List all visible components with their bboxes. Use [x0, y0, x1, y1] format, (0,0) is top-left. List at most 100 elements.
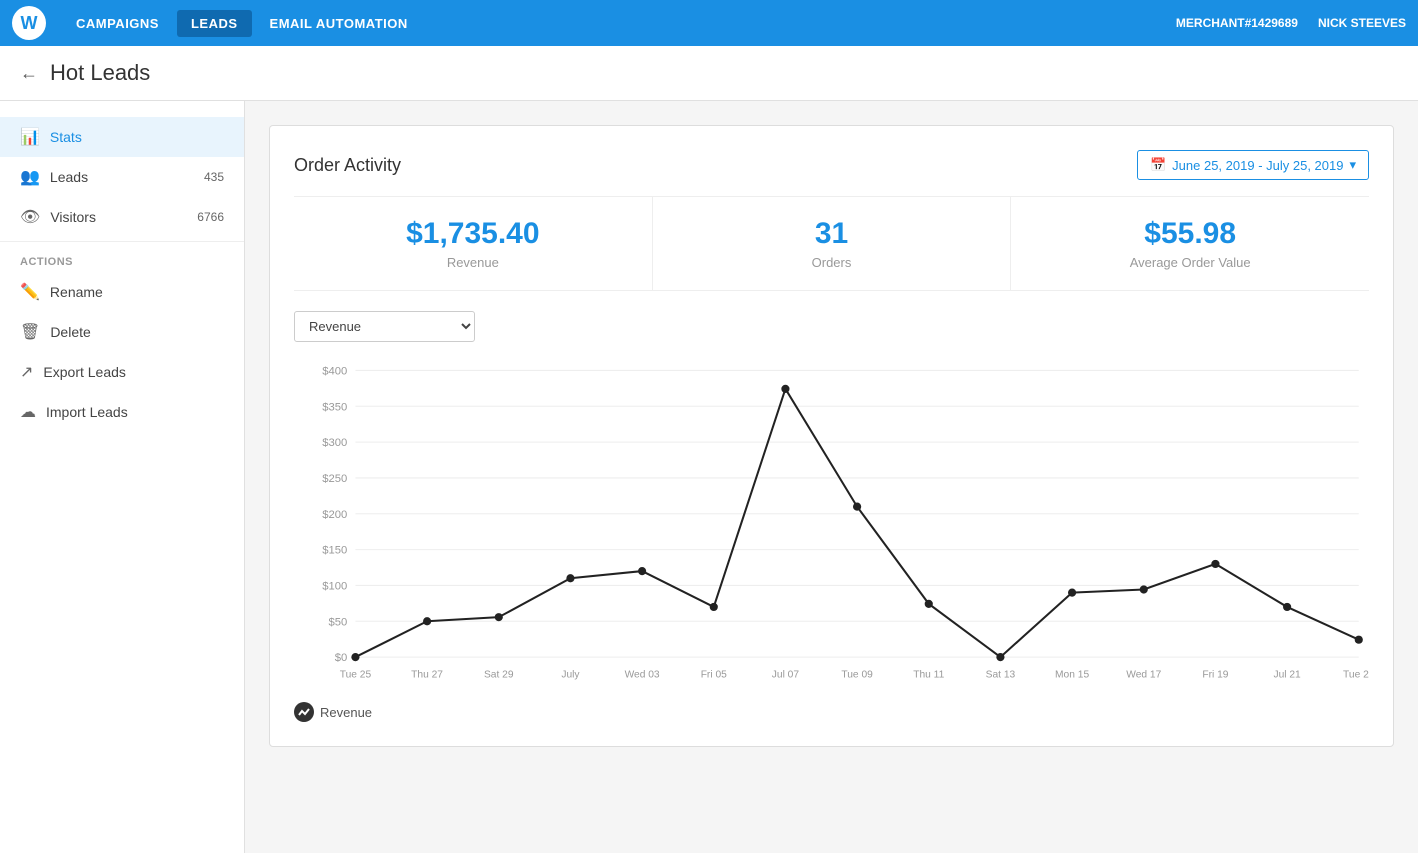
stats-icon: 📊	[20, 127, 40, 147]
date-range-button[interactable]: 📅 June 25, 2019 - July 25, 2019 ▾	[1137, 150, 1369, 180]
point-10	[1068, 589, 1076, 597]
page-title: Hot Leads	[50, 60, 150, 86]
back-button[interactable]: ←	[20, 63, 38, 84]
orders-value: 31	[677, 217, 987, 251]
svg-text:Mon 15: Mon 15	[1055, 670, 1089, 681]
import-icon: ☁	[20, 402, 36, 422]
nav-leads[interactable]: LEADS	[177, 10, 252, 37]
card-header: Order Activity 📅 June 25, 2019 - July 25…	[294, 150, 1369, 180]
actions-label: Actions	[0, 246, 244, 272]
svg-text:Jul 21: Jul 21	[1273, 670, 1301, 681]
sidebar-visitors-label: Visitors	[50, 209, 96, 225]
svg-text:Jul 07: Jul 07	[772, 670, 800, 681]
svg-text:Thu 11: Thu 11	[913, 670, 944, 681]
svg-text:$100: $100	[322, 581, 347, 593]
svg-text:Sat 13: Sat 13	[986, 670, 1016, 681]
point-12	[1211, 560, 1219, 568]
svg-text:Tue 25: Tue 25	[340, 670, 372, 681]
point-13	[1283, 603, 1291, 611]
content-area: Order Activity 📅 June 25, 2019 - July 25…	[245, 101, 1418, 853]
sidebar-item-export[interactable]: ↗ Export Leads	[0, 352, 244, 392]
svg-text:$150: $150	[322, 545, 347, 557]
point-14	[1355, 636, 1363, 644]
point-1	[423, 617, 431, 625]
sidebar-item-leads[interactable]: 👥 Leads 435	[0, 157, 244, 197]
rename-label: Rename	[50, 284, 103, 300]
point-0	[351, 653, 359, 661]
legend-label: Revenue	[320, 705, 372, 720]
import-label: Import Leads	[46, 404, 128, 420]
user-name: NICK STEEVES	[1318, 16, 1406, 30]
orders-label: Orders	[677, 255, 987, 270]
main-layout: 📊 Stats 👥 Leads 435 👁 Visitors 6766 Acti…	[0, 101, 1418, 853]
svg-text:Thu 27: Thu 27	[411, 670, 443, 681]
chart-legend: Revenue	[294, 702, 1369, 722]
logo-text: W	[21, 13, 38, 34]
chart-svg: $400 $350 $300 $250 $200 $150 $100 $50 $…	[294, 354, 1369, 694]
svg-text:$300: $300	[322, 437, 347, 449]
stat-aov: $55.98 Average Order Value	[1011, 197, 1369, 290]
nav-items: CAMPAIGNS LEADS EMAIL AUTOMATION	[62, 10, 1176, 37]
top-nav: W CAMPAIGNS LEADS EMAIL AUTOMATION MERCH…	[0, 0, 1418, 46]
delete-icon: 🗑	[20, 322, 40, 342]
sidebar-item-rename[interactable]: ✏️ Rename	[0, 272, 244, 312]
svg-text:Tue 23: Tue 23	[1343, 670, 1369, 681]
svg-text:$50: $50	[328, 616, 347, 628]
sidebar-item-import[interactable]: ☁ Import Leads	[0, 392, 244, 432]
svg-text:$350: $350	[322, 401, 347, 413]
delete-label: Delete	[50, 324, 90, 340]
chart-line	[355, 389, 1358, 657]
chart-container: $400 $350 $300 $250 $200 $150 $100 $50 $…	[294, 354, 1369, 694]
point-7	[853, 503, 861, 511]
svg-text:Sat 29: Sat 29	[484, 670, 514, 681]
svg-text:July: July	[561, 670, 580, 681]
nav-email-automation[interactable]: EMAIL AUTOMATION	[256, 10, 422, 37]
page-header: ← Hot Leads	[0, 46, 1418, 101]
svg-text:Wed 17: Wed 17	[1126, 670, 1161, 681]
revenue-label: Revenue	[318, 255, 628, 270]
chart-metric-select[interactable]: Revenue Orders Average Order Value	[294, 311, 475, 342]
point-11	[1140, 585, 1148, 593]
svg-text:$250: $250	[322, 473, 347, 485]
sidebar: 📊 Stats 👥 Leads 435 👁 Visitors 6766 Acti…	[0, 101, 245, 853]
nav-right: MERCHANT#1429689 NICK STEEVES	[1176, 16, 1406, 30]
legend-icon	[294, 702, 314, 722]
sidebar-item-visitors[interactable]: 👁 Visitors 6766	[0, 197, 244, 237]
svg-text:Fri 19: Fri 19	[1202, 670, 1228, 681]
leads-badge: 435	[204, 170, 224, 184]
merchant-id: MERCHANT#1429689	[1176, 16, 1298, 30]
chart-controls: Revenue Orders Average Order Value	[294, 311, 1369, 342]
nav-campaigns[interactable]: CAMPAIGNS	[62, 10, 173, 37]
visitors-badge: 6766	[197, 210, 224, 224]
stat-revenue: $1,735.40 Revenue	[294, 197, 653, 290]
svg-text:Wed 03: Wed 03	[625, 670, 660, 681]
calendar-icon: 📅	[1150, 157, 1166, 173]
rename-icon: ✏️	[20, 282, 40, 302]
stat-orders: 31 Orders	[653, 197, 1012, 290]
sidebar-stats-label: Stats	[50, 129, 82, 145]
point-6	[781, 385, 789, 393]
revenue-value: $1,735.40	[318, 217, 628, 251]
chevron-down-icon: ▾	[1349, 157, 1356, 173]
export-icon: ↗	[20, 362, 33, 382]
order-activity-card: Order Activity 📅 June 25, 2019 - July 25…	[269, 125, 1394, 747]
visitors-icon: 👁	[20, 207, 40, 227]
sidebar-item-delete[interactable]: 🗑 Delete	[0, 312, 244, 352]
svg-text:$400: $400	[322, 366, 347, 378]
aov-label: Average Order Value	[1035, 255, 1345, 270]
svg-text:Tue 09: Tue 09	[841, 670, 873, 681]
svg-text:Fri 05: Fri 05	[701, 670, 727, 681]
point-4	[638, 567, 646, 575]
point-3	[566, 574, 574, 582]
card-title: Order Activity	[294, 155, 401, 176]
point-5	[710, 603, 718, 611]
sidebar-divider	[0, 241, 244, 242]
aov-value: $55.98	[1035, 217, 1345, 251]
sidebar-leads-label: Leads	[50, 169, 88, 185]
sidebar-item-stats[interactable]: 📊 Stats	[0, 117, 244, 157]
point-9	[996, 653, 1004, 661]
point-2	[495, 613, 503, 621]
date-range-text: June 25, 2019 - July 25, 2019	[1172, 158, 1343, 173]
svg-text:$0: $0	[335, 652, 348, 664]
export-label: Export Leads	[43, 364, 126, 380]
